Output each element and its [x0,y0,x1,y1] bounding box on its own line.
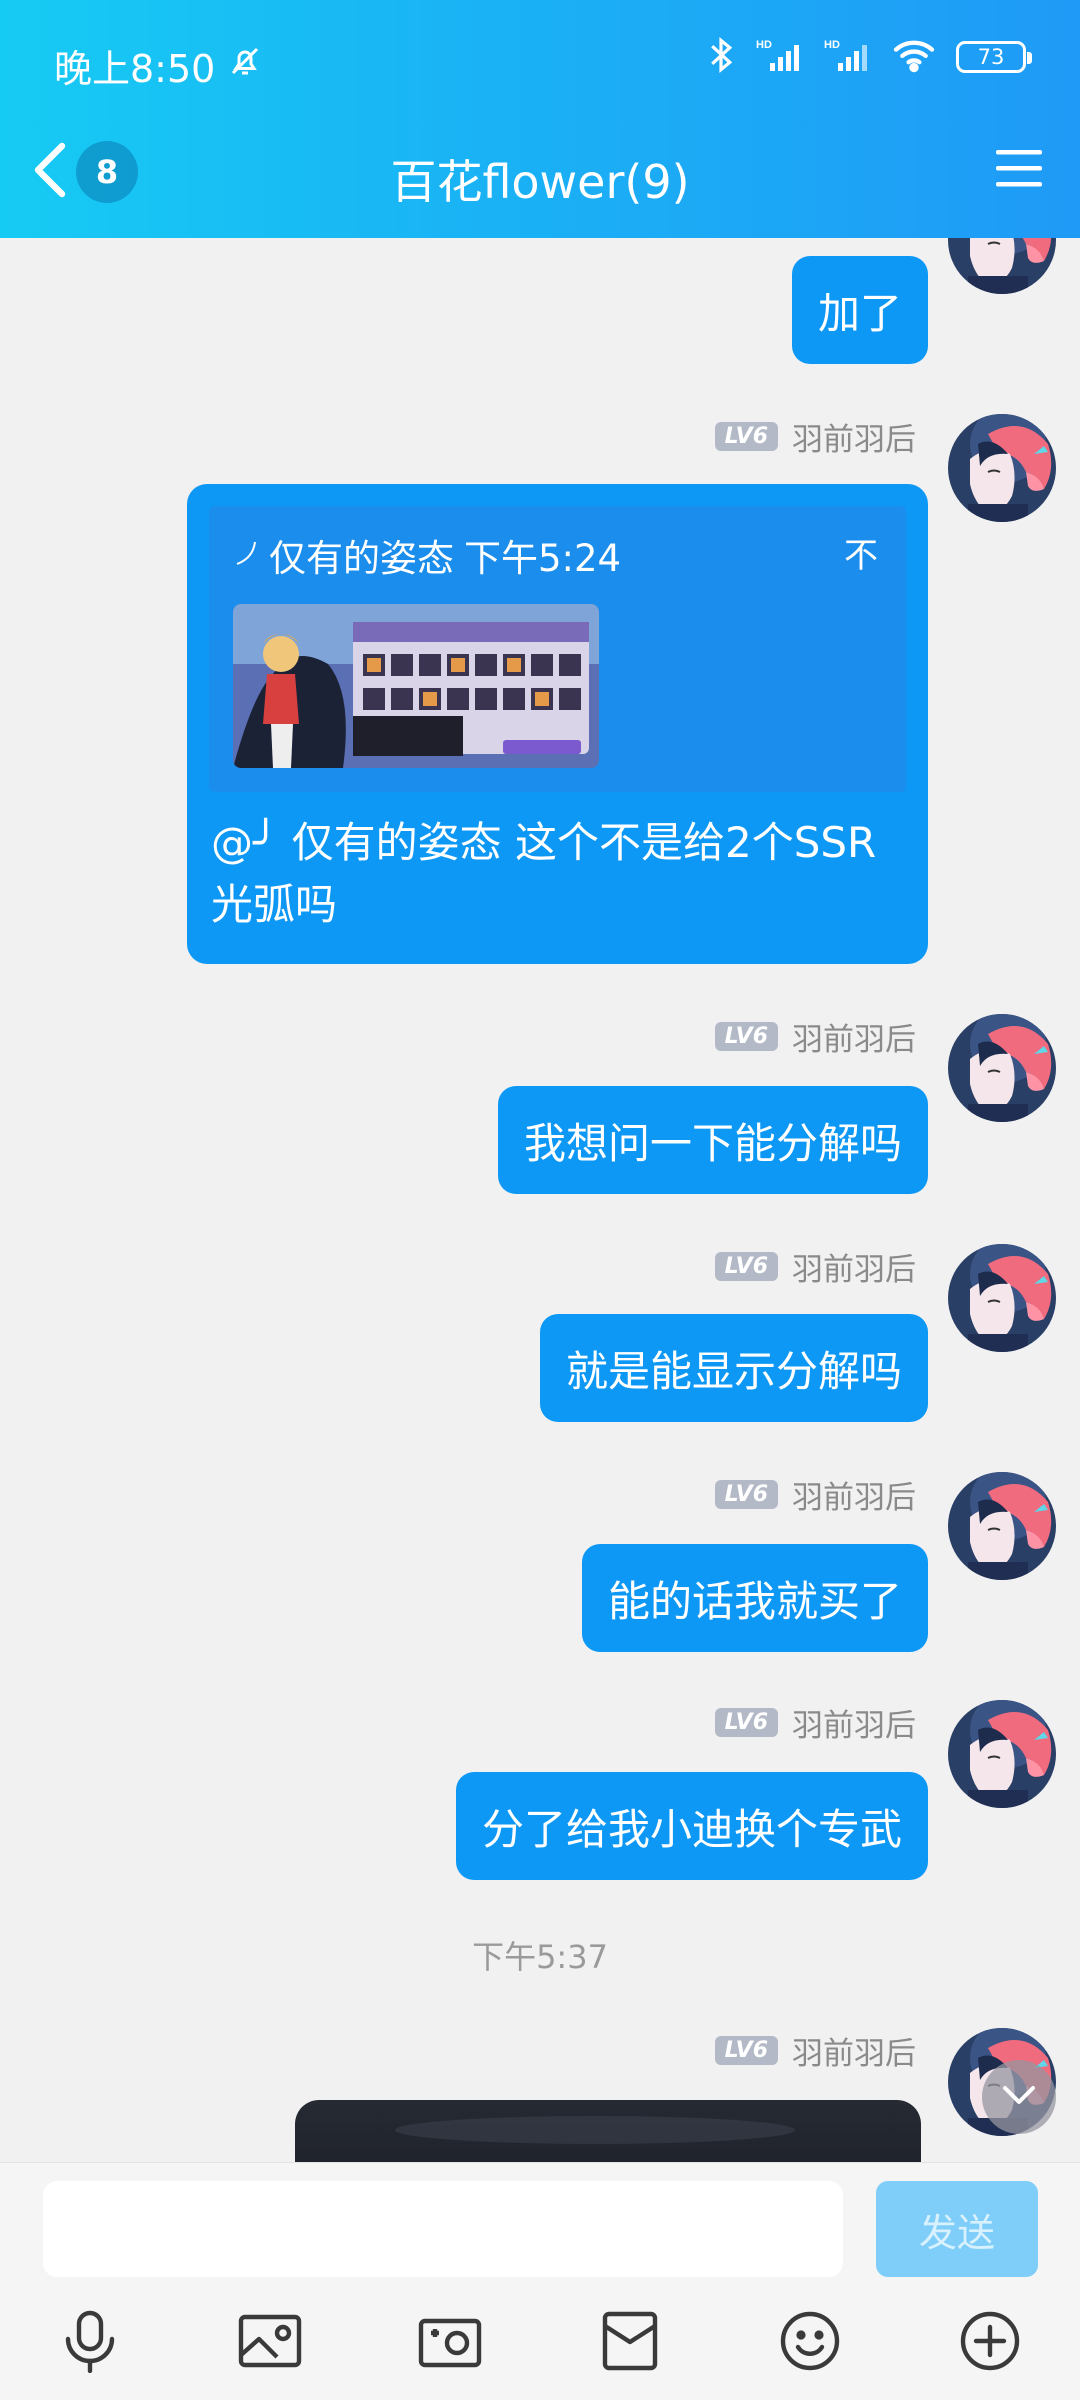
avatar[interactable] [948,414,1056,522]
photo-button[interactable] [230,2303,310,2383]
svg-text:HD: HD [824,39,840,51]
microphone-icon [60,2309,120,2377]
send-button[interactable]: 发送 [876,2181,1038,2277]
quote-header: 仅有的姿态 下午5:24 [233,528,621,582]
red-packet-icon [601,2310,659,2376]
quote-trailing-text: 不 [844,536,878,576]
signal-hd-icon: HD [756,37,804,77]
sender-row: LV6 羽前羽后 [714,1014,916,1059]
mute-bell-icon [227,43,263,88]
level-badge: LV6 [714,2036,778,2065]
reply-text: @╯ 仅有的姿态 这个不是给2个SSR光弧吗 [211,818,877,929]
message-bubble[interactable]: 加了 [791,256,928,364]
sender-row: LV6 羽前羽后 [714,1244,916,1289]
message-list[interactable]: 加了 LV6 羽前羽后 仅有的姿态 下午5:24 不 @╯ 仅有的姿态 这个不是… [0,238,1080,2162]
camera-button[interactable] [410,2303,490,2383]
sender-name: 羽前羽后 [792,1708,916,1744]
avatar[interactable] [948,1700,1056,1808]
message-bubble[interactable]: 分了给我小迪换个专武 [455,1772,928,1880]
sender-name: 羽前羽后 [792,1480,916,1516]
avatar[interactable] [948,1472,1056,1580]
camera-icon [417,2311,483,2375]
emoji-icon [778,2309,842,2377]
input-area: 发送 [0,2162,1080,2400]
sender-name: 羽前羽后 [792,1252,916,1288]
avatar[interactable] [948,238,1056,294]
quote-author: 仅有的姿态 [269,537,454,580]
voice-button[interactable] [50,2303,130,2383]
reply-message-bubble[interactable]: 仅有的姿态 下午5:24 不 @╯ 仅有的姿态 这个不是给2个SSR光弧吗 [187,484,928,964]
level-badge: LV6 [714,1480,778,1509]
message-input[interactable] [43,2181,843,2277]
battery-indicator: 73 [956,41,1032,73]
plus-icon [958,2309,1022,2377]
image-message[interactable] [295,2100,921,2162]
status-time: 晚上8:50 [54,38,263,93]
avatar[interactable] [948,1014,1056,1122]
avatar[interactable] [948,1244,1056,1352]
emoji-button[interactable] [770,2303,850,2383]
sender-row: LV6 羽前羽后 [714,1700,916,1745]
message-bubble[interactable]: 就是能显示分解吗 [539,1314,928,1422]
status-bar: 晚上8:50 HD HD 73 [0,0,1080,120]
sender-name: 羽前羽后 [792,422,916,458]
level-badge: LV6 [714,422,778,451]
sender-name: 羽前羽后 [792,2036,916,2072]
quote-mark-icon [233,534,259,577]
image-icon [237,2311,303,2375]
more-button[interactable] [950,2303,1030,2383]
scroll-to-bottom-button[interactable] [982,2060,1056,2134]
chat-header: 晚上8:50 HD HD 73 8 百花flower(9) [0,0,1080,238]
status-icons: HD HD 73 [706,36,1032,78]
sender-row: LV6 羽前羽后 [714,414,916,459]
sender-row: LV6 羽前羽后 [714,1472,916,1517]
level-badge: LV6 [714,1022,778,1051]
red-packet-button[interactable] [590,2303,670,2383]
page-title: 百花flower(9) [390,155,690,209]
quote-time: 下午5:24 [464,537,622,580]
quoted-message[interactable]: 仅有的姿态 下午5:24 不 [209,506,906,792]
menu-button[interactable] [996,148,1042,192]
nav-bar: 8 百花flower(9) [0,120,1080,238]
time-separator: 下午5:37 [472,1938,608,1976]
chevron-down-icon [1001,2083,1037,2111]
level-badge: LV6 [714,1708,778,1737]
quoted-image-thumbnail[interactable] [233,604,599,768]
signal-hd-icon-2: HD [824,37,872,77]
input-toolbar [0,2303,1080,2393]
bluetooth-icon [706,36,736,78]
wifi-icon [892,37,936,77]
sender-name: 羽前羽后 [792,1022,916,1058]
message-bubble[interactable]: 能的话我就买了 [581,1544,928,1652]
sender-row: LV6 羽前羽后 [714,2028,916,2073]
message-bubble[interactable]: 我想问一下能分解吗 [497,1086,928,1194]
hamburger-icon [996,150,1042,192]
level-badge: LV6 [714,1252,778,1281]
svg-text:HD: HD [756,39,772,51]
